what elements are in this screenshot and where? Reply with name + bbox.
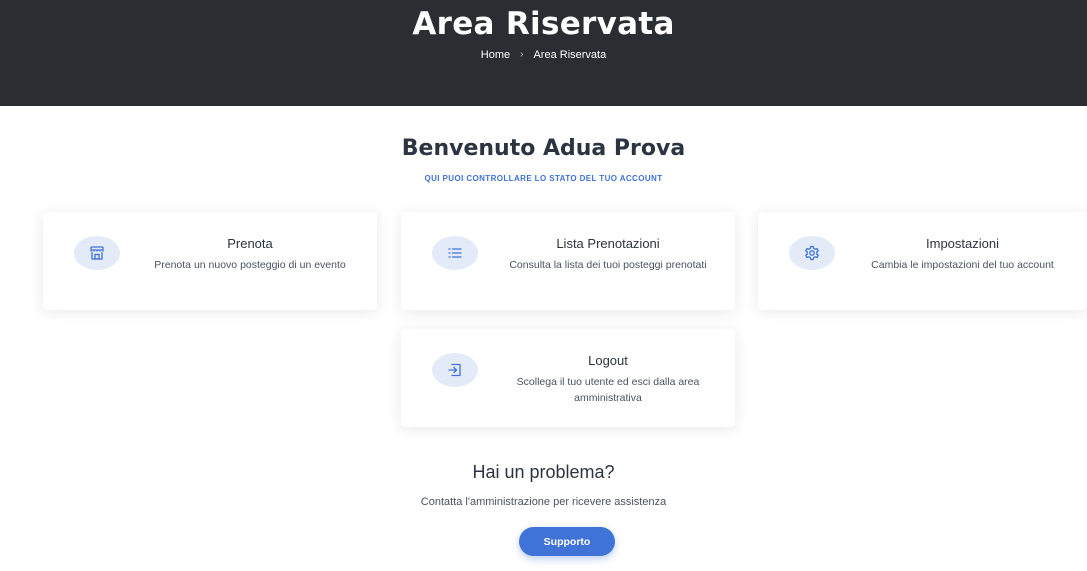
card-icon-wrap — [789, 236, 835, 270]
page-title: Area Riservata — [412, 6, 675, 42]
help-title: Hai un problema? — [472, 462, 615, 482]
card-icon-wrap — [432, 353, 478, 387]
page-header: Area Riservata Home › Area Riservata — [0, 0, 1087, 106]
card-logout[interactable]: Logout Scollega il tuo utente ed esci da… — [401, 329, 735, 427]
welcome-title: Benvenuto Adua Prova — [401, 136, 686, 161]
card-title: Impostazioni — [926, 236, 999, 251]
support-button[interactable]: Supporto — [519, 527, 615, 556]
list-icon — [448, 248, 462, 258]
card-title: Prenota — [227, 236, 273, 251]
breadcrumb-current: Area Riservata — [533, 49, 607, 61]
breadcrumb-home-link[interactable]: Home — [481, 49, 510, 61]
logout-icon — [448, 363, 461, 377]
welcome-subtitle: QUI PUOI CONTROLLARE LO STATO DEL TUO AC… — [424, 174, 663, 183]
card-title: Lista Prenotazioni — [556, 236, 660, 251]
card-icon-wrap — [74, 236, 120, 270]
card-description: Scollega il tuo utente ed esci dalla are… — [516, 376, 700, 405]
breadcrumb-separator: › — [520, 49, 524, 60]
help-text: Contatta l'amministrazione per ricevere … — [420, 496, 667, 508]
gear-icon — [805, 245, 819, 261]
card-title: Logout — [588, 353, 628, 368]
card-prenota[interactable]: Prenota Prenota un nuovo posteggio di un… — [43, 212, 377, 310]
card-description: Consulta la lista dei tuoi posteggi pren… — [509, 259, 707, 271]
card-description: Cambia le impostazioni del tuo account — [871, 259, 1054, 271]
breadcrumb: Home › Area Riservata — [0, 49, 1087, 61]
card-description: Prenota un nuovo posteggio di un evento — [154, 259, 346, 271]
store-icon — [90, 246, 104, 260]
card-lista-prenotazioni[interactable]: Lista Prenotazioni Consulta la lista dei… — [401, 212, 735, 310]
card-icon-wrap — [432, 236, 478, 270]
card-impostazioni[interactable]: Impostazioni Cambia le impostazioni del … — [758, 212, 1087, 310]
